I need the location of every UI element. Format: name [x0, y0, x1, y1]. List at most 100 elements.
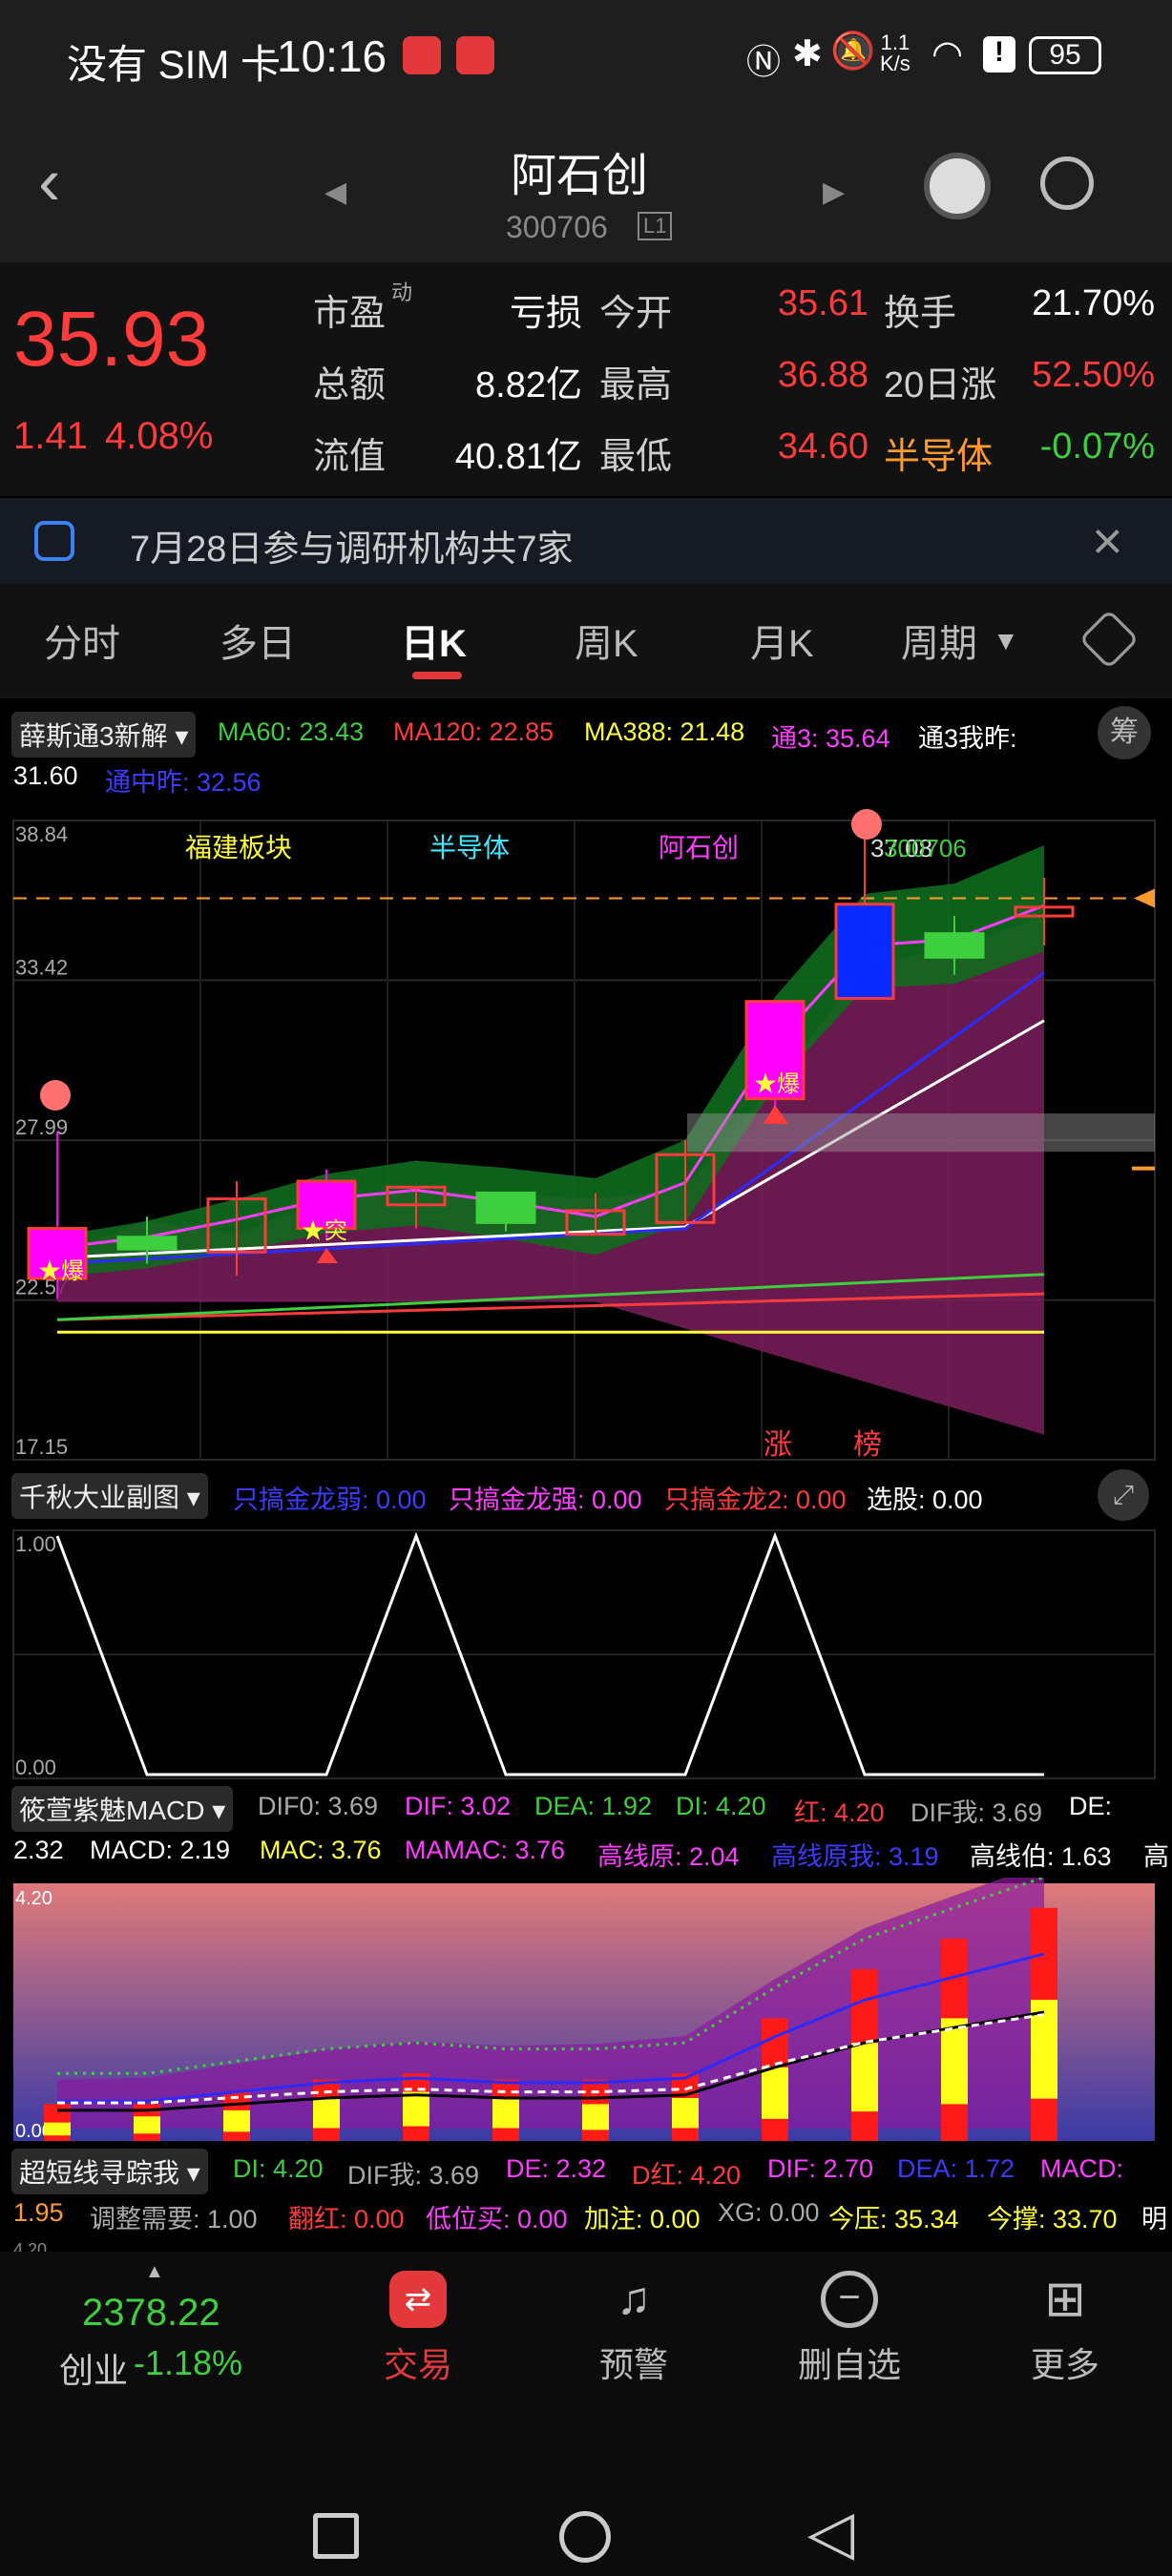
breakout-marker: ★突 [302, 1218, 347, 1244]
bluetooth-icon: ✱ [792, 34, 823, 74]
sub-indicator-selector[interactable]: 千秋大业副图 ▾ [11, 1473, 208, 1519]
trend-indicator-selector[interactable]: 超短线寻踪我 ▾ [11, 2149, 208, 2194]
tab-period[interactable]: 周期 [901, 613, 977, 668]
trend-de-value: DE: 2.32 [506, 2154, 607, 2183]
recent-apps-icon[interactable] [313, 2513, 359, 2559]
macd-indicator-name: 筱萱紫魅MACD [19, 1796, 205, 1825]
quote-panel: 35.93 1.41 4.08% 市盈 动 亏损 今开 35.61 换手 21.… [0, 262, 1172, 496]
expand-up-icon[interactable]: ▲ [145, 2261, 164, 2283]
jinlong2-value: 只搞金龙2: 0.00 [664, 1485, 847, 1514]
nav-trade-label: 交易 [383, 2345, 452, 2384]
low-value: 34.60 [777, 426, 869, 467]
period-tabs: 分时 多日 日K 周K 月K 周期 ▼ [0, 584, 1172, 698]
high-value: 36.88 [777, 355, 869, 395]
jincheng-value: 今撑: 33.70 [987, 2205, 1118, 2233]
chevron-down-icon[interactable]: ▼ [993, 626, 1019, 656]
nav-alert[interactable]: ♫ 预警 [557, 2271, 710, 2387]
de-label: DE: [1069, 1792, 1113, 1820]
open-label: 今开 [599, 294, 673, 334]
sub-y-bottom: 0.00 [15, 1755, 56, 1779]
home-icon[interactable] [559, 2511, 611, 2563]
pe-sup: 动 [391, 280, 413, 304]
nav-alert-label: 预警 [598, 2345, 668, 2384]
prev-stock-icon[interactable]: ◀ [324, 176, 346, 209]
macd-chart[interactable]: 4.200.00 [0, 1878, 1172, 2143]
candlestick-chart[interactable]: 38.8433.4227.9922.5717.15福建板块 半导体 阿石创 37.08… [0, 801, 1172, 1469]
bottom-nav: ▲ 2378.22 创业 -1.18% ⇄ 交易 ♫ 预警 − 删自选 ⊞ 更多 [0, 2252, 1172, 2395]
chip-distribution-button[interactable]: 筹 [1098, 706, 1151, 759]
adjust-value: 调整需要: 1.00 [90, 2205, 258, 2233]
notice-bar[interactable]: 7月28日参与调研机构共7家 × [0, 498, 1172, 584]
clock: 10:16 [277, 31, 387, 81]
nav-more[interactable]: ⊞ 更多 [989, 2271, 1141, 2387]
range-highlight [687, 1113, 1155, 1153]
macd-yellow-bar [313, 2098, 340, 2129]
ming-truncated: 明 [1141, 2205, 1167, 2233]
gao-truncated: 高 [1143, 1842, 1169, 1871]
dif-value: DIF: 3.02 [405, 1792, 512, 1820]
macd-y-top: 4.20 [15, 1888, 52, 1909]
y-tick-label: 27.99 [15, 1115, 68, 1139]
tab-weekly-k[interactable]: 周K [575, 613, 638, 668]
diwei-value: 低位买: 0.00 [426, 2205, 568, 2233]
macd-yellow-bar [44, 2122, 71, 2136]
sector-label-fujian: 福建板块 [185, 833, 292, 862]
tab-intraday[interactable]: 分时 [44, 613, 120, 668]
nav-trade[interactable]: ⇄ 交易 [342, 2271, 494, 2387]
tab-monthly-k[interactable]: 月K [750, 613, 814, 668]
next-stock-icon[interactable]: ▶ [823, 176, 845, 209]
level-badge: L1 [638, 212, 673, 240]
amount-value: 8.82亿 [475, 365, 582, 405]
macd-yellow-bar [941, 2018, 968, 2105]
pig-icon-2 [851, 809, 882, 840]
bell-alert-icon: ♫ [617, 2274, 651, 2324]
trade-icon: ⇄ [389, 2271, 447, 2328]
fanhong-value: 翻红: 0.00 [288, 2205, 405, 2233]
macd-indicator-selector[interactable]: 筱萱紫魅MACD ▾ [11, 1786, 234, 1832]
trend-dif-wo-value: DIF我: 3.69 [347, 2161, 480, 2190]
trend-dhong-value: D红: 4.20 [632, 2161, 742, 2190]
sector-label-semiconductor: 半导体 [429, 833, 510, 862]
dif0-value: DIF0: 3.69 [258, 1792, 379, 1820]
wifi-icon: ◠ [931, 34, 964, 74]
sector-link[interactable]: 半导体 [884, 426, 993, 479]
candle-body [475, 1191, 536, 1224]
trend-macd-value: 1.95 [13, 2198, 64, 2227]
expand-icon[interactable]: ⤢ [1098, 1469, 1149, 1521]
macd-yellow-bar [851, 2043, 878, 2112]
jinlong-strong-value: 只搞金龙强: 0.00 [449, 1485, 642, 1514]
bell-icon [34, 521, 74, 561]
nav-remove-watchlist[interactable]: − 删自选 [773, 2271, 926, 2387]
app-notification-icon-2 [456, 36, 494, 74]
code-overlay-label: 300706 [884, 834, 967, 862]
dif-wo-value: DIF我: 3.69 [910, 1798, 1043, 1827]
candle-body [924, 932, 985, 959]
sub-indicator-name: 千秋大业副图 [19, 1483, 180, 1512]
back-icon[interactable]: ‹ [38, 148, 60, 215]
stock-pick-value: 选股: 0.00 [867, 1485, 983, 1514]
close-icon[interactable]: × [1092, 509, 1123, 571]
index-value[interactable]: 2378.22 [82, 2292, 220, 2335]
limit-up-label: 涨 [764, 1429, 792, 1461]
nav-more-label: 更多 [1030, 2345, 1099, 2384]
active-tab-indicator [412, 672, 462, 679]
rise20-label: 20日涨 [884, 365, 997, 405]
back-nav-icon[interactable]: ◁ [807, 2502, 854, 2563]
gaoxian-bo-value: 高线伯: 1.63 [970, 1842, 1112, 1871]
pig-icon [40, 1080, 71, 1111]
de-value: 2.32 [13, 1836, 64, 1864]
sub-chart[interactable]: 1.00 0.00 [0, 1523, 1172, 1782]
trend-di-value: DI: 4.20 [233, 2154, 324, 2183]
search-icon[interactable] [1040, 156, 1094, 210]
settings-icon[interactable] [1078, 609, 1140, 670]
assistant-robot-icon[interactable] [924, 153, 991, 219]
trend-indicator-name: 超短线寻踪我 [19, 2158, 180, 2188]
tong3-wo-value: 31.60 [13, 761, 78, 790]
dea-value: DEA: 1.92 [534, 1792, 653, 1820]
trend-legend: 超短线寻踪我 ▾ DI: 4.20 DIF我: 3.69 DE: 2.32 D红… [0, 2143, 1172, 2259]
rise20-value: 52.50% [1032, 355, 1155, 395]
tab-daily-k[interactable]: 日K [401, 613, 467, 668]
sub-chart-legend: 千秋大业副图 ▾ 只搞金龙弱: 0.00 只搞金龙强: 0.00 只搞金龙2: … [0, 1469, 1172, 1523]
tab-multiday[interactable]: 多日 [220, 613, 296, 668]
main-indicator-selector[interactable]: 薛斯通3新解 ▾ [11, 712, 197, 758]
